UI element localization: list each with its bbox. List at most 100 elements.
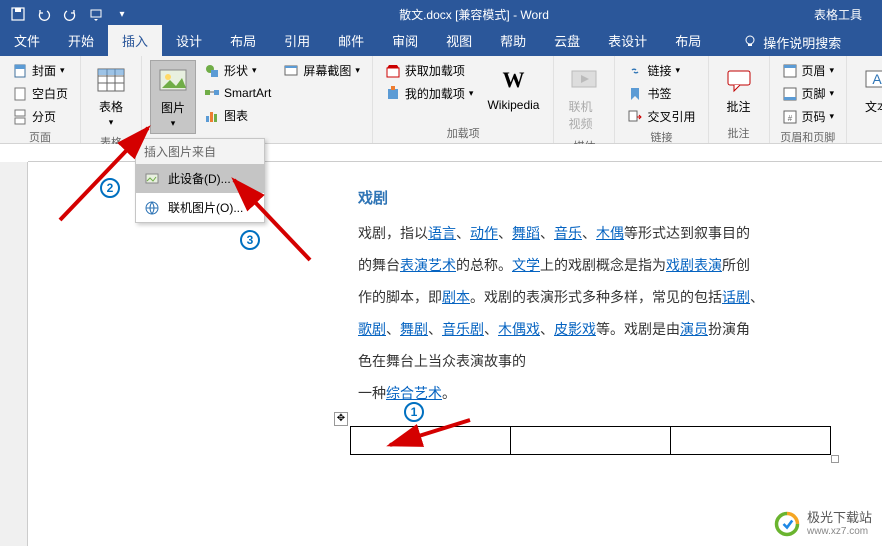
link-dramaperf[interactable]: 戏剧表演 — [666, 257, 722, 273]
textbox-button[interactable]: A 文本 — [855, 60, 882, 119]
table-icon — [95, 64, 127, 96]
annotation-marker-3: 3 — [240, 230, 260, 250]
my-addins-button[interactable]: 我的加载项 ▾ — [381, 83, 478, 104]
tell-me-search[interactable]: 操作说明搜索 — [735, 29, 849, 56]
from-device-label: 此设备(D)... — [168, 170, 231, 187]
ribbon: 封面 ▾ 空白页 分页 页面 表格▾ 表格 图片▾ 形状 ▾ SmartArt … — [0, 56, 882, 144]
shapes-button[interactable]: 形状 ▾ — [200, 60, 275, 81]
tab-mailings[interactable]: 邮件 — [324, 25, 378, 56]
blank-page-button[interactable]: 空白页 — [8, 83, 72, 104]
chart-icon — [204, 108, 220, 124]
save-button[interactable] — [6, 2, 30, 26]
watermark-logo-icon — [773, 510, 801, 538]
redo-button[interactable] — [58, 2, 82, 26]
link-compart[interactable]: 综合艺术 — [386, 385, 442, 401]
tab-home[interactable]: 开始 — [54, 25, 108, 56]
wikipedia-icon: W — [497, 64, 529, 96]
group-label-addins: 加载项 — [381, 123, 546, 141]
video-icon — [568, 64, 600, 96]
annotation-marker-1: 1 — [404, 402, 424, 422]
link-actor[interactable]: 演员 — [680, 321, 708, 337]
pictures-button[interactable]: 图片▾ — [150, 60, 196, 134]
dropdown-header: 插入图片来自 — [136, 139, 264, 164]
group-label-links: 链接 — [623, 127, 699, 145]
screenshot-button[interactable]: 屏幕截图 ▾ — [279, 60, 364, 81]
link-literature[interactable]: 文学 — [512, 257, 540, 273]
comment-button[interactable]: 批注 — [717, 60, 761, 119]
svg-text:A: A — [872, 71, 882, 87]
pictures-icon — [157, 65, 189, 97]
addins-icon — [385, 86, 401, 102]
page-break-button[interactable]: 分页 — [8, 106, 72, 127]
tab-view[interactable]: 视图 — [432, 25, 486, 56]
cover-page-icon — [12, 63, 28, 79]
group-header-footer: 页眉 ▾ 页脚 ▾ #页码 ▾ 页眉和页脚 — [770, 56, 848, 143]
chart-button[interactable]: 图表 — [200, 105, 275, 126]
smartart-button[interactable]: SmartArt — [200, 83, 275, 103]
tab-layout[interactable]: 布局 — [216, 25, 270, 56]
tab-review[interactable]: 审阅 — [378, 25, 432, 56]
table-button[interactable]: 表格▾ — [89, 60, 133, 132]
link-puppet[interactable]: 木偶 — [596, 225, 624, 241]
link-shadow[interactable]: 皮影戏 — [554, 321, 596, 337]
paragraph: 作的脚本，即剧本。戏剧的表演形式多种多样，常见的包括话剧、 — [358, 281, 838, 313]
link-button[interactable]: 链接 ▾ — [623, 60, 699, 81]
group-tables: 表格▾ 表格 — [81, 56, 142, 143]
from-device-item[interactable]: 此设备(D)... — [136, 164, 264, 193]
get-addins-button[interactable]: 获取加载项 — [381, 60, 478, 81]
paragraph: 的舞台表演艺术的总称。文学上的戏剧概念是指为戏剧表演所创 — [358, 249, 838, 281]
link-script[interactable]: 剧本 — [442, 289, 470, 305]
online-pictures-item[interactable]: 联机图片(O)... — [136, 193, 264, 222]
online-video-button[interactable]: 联机视频 — [562, 60, 606, 136]
footer-button[interactable]: 页脚 ▾ — [778, 83, 839, 104]
paragraph: 色在舞台上当众表演故事的 — [358, 345, 838, 377]
group-comments: 批注 批注 — [709, 56, 770, 143]
link-action[interactable]: 动作 — [470, 225, 498, 241]
bookmark-button[interactable]: 书签 — [623, 83, 699, 104]
device-icon — [144, 171, 160, 187]
cover-page-button[interactable]: 封面 ▾ — [8, 60, 72, 81]
paragraph: 歌剧、舞剧、音乐剧、木偶戏、皮影戏等。戏剧是由演员扮演角 — [358, 313, 838, 345]
group-illustrations: 图片▾ 形状 ▾ SmartArt 图表 屏幕截图 ▾ — [142, 56, 373, 143]
page-break-icon — [12, 109, 28, 125]
link-opera[interactable]: 歌剧 — [358, 321, 386, 337]
qat-more-button[interactable]: ▾ — [110, 2, 134, 26]
document-table[interactable]: ✥ — [350, 426, 831, 455]
undo-button[interactable] — [32, 2, 56, 26]
page-number-button[interactable]: #页码 ▾ — [778, 106, 839, 127]
window-title: 散文.docx [兼容模式] - Word — [134, 6, 814, 23]
paragraph: 戏剧，指以语言、动作、舞蹈、音乐、木偶等形式达到叙事目的 — [358, 217, 838, 249]
link-puppetshow[interactable]: 木偶戏 — [498, 321, 540, 337]
link-language[interactable]: 语言 — [428, 225, 456, 241]
vertical-ruler[interactable] — [0, 162, 28, 546]
tab-cloud[interactable]: 云盘 — [540, 25, 594, 56]
document-body[interactable]: 戏剧 戏剧，指以语言、动作、舞蹈、音乐、木偶等形式达到叙事目的 的舞台表演艺术的… — [358, 182, 838, 410]
tab-table-design[interactable]: 表设计 — [594, 25, 661, 56]
wikipedia-button[interactable]: W Wikipedia — [481, 60, 545, 116]
link-musical[interactable]: 音乐剧 — [442, 321, 484, 337]
table-row[interactable] — [351, 427, 831, 455]
ribbon-tabs: 文件 开始 插入 设计 布局 引用 邮件 审阅 视图 帮助 云盘 表设计 布局 … — [0, 28, 882, 56]
table-move-handle[interactable]: ✥ — [334, 412, 348, 426]
tab-help[interactable]: 帮助 — [486, 25, 540, 56]
link-dancedrama[interactable]: 舞剧 — [400, 321, 428, 337]
tab-design[interactable]: 设计 — [162, 25, 216, 56]
online-pic-icon — [144, 200, 160, 216]
table-resize-handle[interactable] — [831, 455, 839, 463]
link-perfart[interactable]: 表演艺术 — [400, 257, 456, 273]
group-media: 联机视频 媒体 — [554, 56, 615, 143]
tab-table-layout[interactable]: 布局 — [661, 25, 715, 56]
link-dance[interactable]: 舞蹈 — [512, 225, 540, 241]
crossref-button[interactable]: 交叉引用 — [623, 106, 699, 127]
tab-insert[interactable]: 插入 — [108, 25, 162, 56]
annotation-marker-2: 2 — [100, 178, 120, 198]
link-spoken[interactable]: 话剧 — [722, 289, 750, 305]
insert-picture-dropdown: 插入图片来自 此设备(D)... 联机图片(O)... — [135, 138, 265, 223]
tab-references[interactable]: 引用 — [270, 25, 324, 56]
qat-customize-button[interactable] — [84, 2, 108, 26]
group-addins: 获取加载项 我的加载项 ▾ W Wikipedia 加载项 — [373, 56, 555, 143]
link-music[interactable]: 音乐 — [554, 225, 582, 241]
tab-file[interactable]: 文件 — [0, 25, 54, 56]
online-pictures-label: 联机图片(O)... — [168, 199, 243, 216]
header-button[interactable]: 页眉 ▾ — [778, 60, 839, 81]
